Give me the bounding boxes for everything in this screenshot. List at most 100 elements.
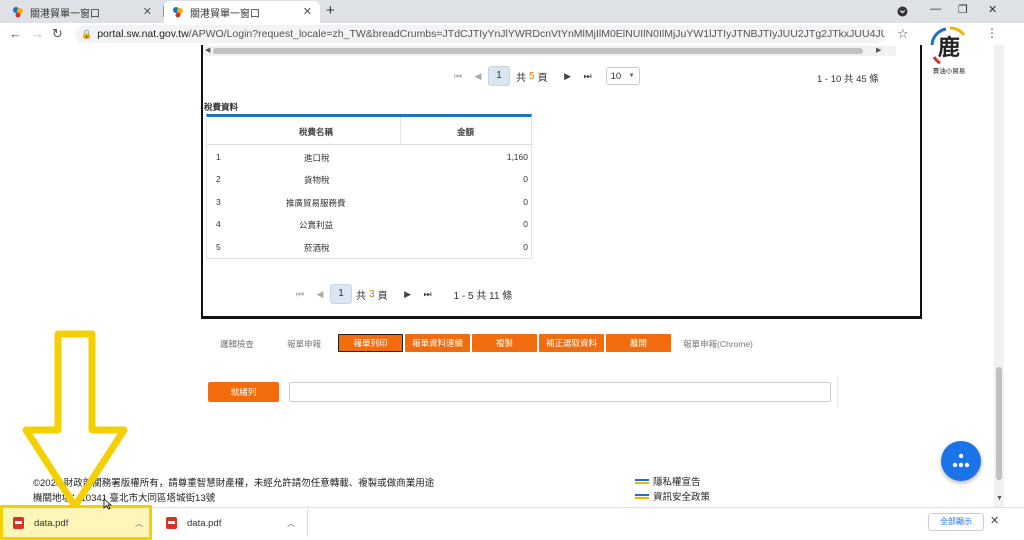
chevron-up-icon[interactable]: ︿ [135, 518, 143, 529]
fee-table: 稅費名稱 金額 1 進口稅 1,160 2 貨物稅 0 3 推廣貿易服務費 0 … [206, 114, 532, 259]
pdf-file-icon [166, 517, 177, 529]
tab-search-icon[interactable] [897, 6, 908, 17]
page-vertical-scrollbar[interactable]: ▼ [994, 45, 1004, 507]
download-item[interactable]: data.pdf ︿ [166, 507, 306, 539]
scroll-thumb[interactable] [213, 48, 863, 54]
pager-of: 共 [356, 290, 366, 302]
reload-icon[interactable]: ↻ [52, 26, 63, 42]
next-page-icon[interactable]: ▶ [558, 71, 578, 82]
page-size-select[interactable]: 10 ▼ [605, 67, 640, 85]
restore-icon[interactable]: ❐ [958, 3, 968, 16]
fee-amount: 0 [523, 219, 528, 229]
fee-amount: 1,160 [506, 152, 528, 162]
fee-amount: 0 [523, 242, 528, 252]
prev-page-icon[interactable]: ◀ [310, 289, 330, 300]
last-page-icon[interactable]: ⏭ [418, 289, 438, 300]
leave-button[interactable]: 離開 [606, 334, 671, 352]
column-header[interactable]: 稅費名稱 [299, 126, 333, 138]
scroll-thumb[interactable] [996, 367, 1002, 480]
security-link-label: 資訊安全政策 [653, 492, 711, 503]
current-page-input[interactable]: 1 [488, 66, 510, 86]
logic-check-link[interactable]: 邏輯檢查 [220, 338, 254, 350]
next-page-icon[interactable]: ▶ [398, 289, 418, 300]
tab-title: 關港貿單一窗口 [190, 8, 260, 20]
minimize-icon[interactable]: — [930, 3, 941, 15]
show-all-button[interactable]: 全部顯示 [928, 513, 984, 531]
fee-name: 進口稅 [304, 153, 330, 163]
table-row[interactable]: 1 進口稅 1,160 [207, 147, 531, 169]
table-row[interactable]: 5 菸酒稅 0 [207, 237, 531, 259]
menu-icon[interactable]: ⋮ [986, 26, 998, 40]
site-favicon-icon [13, 7, 23, 18]
scroll-right-icon[interactable]: ▶ [876, 46, 881, 54]
pager-unit: 頁 [377, 290, 388, 302]
floating-menu-button[interactable] [941, 441, 981, 481]
channel-logo: 鹿 賣油小貿易 [930, 26, 966, 75]
print-button[interactable]: 報單列印 [338, 334, 403, 352]
shelf-divider [307, 509, 308, 537]
table-row[interactable]: 2 貨物稅 0 [207, 169, 531, 191]
row-number: 1 [216, 152, 221, 162]
ready-button[interactable]: 就緒列 [208, 382, 279, 402]
download-filename: data.pdf [34, 517, 69, 529]
security-policy-link[interactable]: 資訊安全政策 [635, 489, 710, 503]
lock-icon: 🔒 [81, 28, 93, 39]
new-tab-icon[interactable]: + [326, 2, 335, 19]
page-size-value: 10 [610, 70, 622, 82]
print-continuous-button[interactable]: 報單資料連續 [405, 334, 470, 352]
scroll-left-icon[interactable]: ◀ [205, 46, 210, 54]
chevron-up-icon[interactable]: ︿ [287, 518, 295, 529]
fee-name: 菸酒稅 [304, 243, 330, 253]
declare-chrome-link[interactable]: 報單申報(Chrome) [683, 338, 753, 350]
row-number: 4 [216, 219, 221, 229]
scroll-corner [887, 46, 896, 56]
logo-caption: 賣油小貿易 [933, 66, 966, 75]
privacy-link[interactable]: 隱私權宣告 [635, 474, 701, 488]
last-page-icon[interactable]: ⏭ [578, 71, 598, 82]
first-page-icon[interactable]: ⏮ [448, 71, 468, 82]
pager-unit: 頁 [537, 72, 548, 84]
fee-amount: 0 [523, 174, 528, 184]
site-favicon-icon [173, 7, 183, 18]
download-item[interactable]: data.pdf ︿ [13, 507, 148, 539]
first-page-icon[interactable]: ⏮ [290, 289, 310, 300]
download-filename: data.pdf [187, 517, 222, 529]
download-shelf [0, 507, 1024, 540]
row-number: 2 [216, 174, 221, 184]
table-row[interactable]: 3 推廣貿易服務費 0 [207, 192, 531, 214]
pager-of: 共 [516, 72, 526, 84]
close-shelf-icon[interactable]: ✕ [990, 514, 999, 527]
main-pager-summary: 1 - 10 共 45 條 [817, 74, 879, 85]
url-input[interactable]: 🔒 portal.sw.nat.gov.tw /APWO/Login?reque… [75, 25, 885, 43]
fee-amount: 0 [523, 197, 528, 207]
browser-tab[interactable]: 關港貿單一窗口 ✕ [4, 1, 160, 23]
table-row[interactable]: 4 公賣利益 0 [207, 214, 531, 236]
pager-total: 3 [369, 288, 375, 300]
link-marker-icon [635, 493, 649, 499]
close-tab-icon[interactable]: ✕ [143, 5, 152, 18]
fee-name: 公賣利益 [299, 220, 334, 230]
prev-page-icon[interactable]: ◀ [468, 71, 488, 82]
divider [837, 378, 838, 406]
privacy-link-label: 隱私權宣告 [653, 477, 701, 488]
forward-icon[interactable]: → [31, 26, 44, 41]
dots-menu-icon [952, 453, 970, 468]
current-page-input[interactable]: 1 [330, 284, 352, 304]
copy-button[interactable]: 複製 [472, 334, 537, 352]
close-tab-icon[interactable]: ✕ [303, 5, 312, 18]
url-path: /APWO/Login?request_locale=zh_TW&breadCr… [188, 28, 885, 40]
browser-tab-active[interactable]: 關港貿單一窗口 ✕ [164, 1, 320, 23]
star-icon[interactable]: ☆ [897, 26, 909, 42]
close-window-icon[interactable]: ✕ [988, 3, 997, 16]
declare-link[interactable]: 報單申報 [287, 338, 321, 350]
horizontal-scrollbar[interactable]: ◀ ▶ [203, 46, 886, 56]
correct-selection-button[interactable]: 補正選取資料 [539, 334, 604, 352]
back-icon[interactable]: ← [9, 26, 22, 41]
pdf-file-icon [13, 517, 24, 529]
scroll-down-icon[interactable]: ▼ [996, 495, 1003, 502]
pager-total: 5 [529, 70, 535, 82]
annotation-down-arrow-icon [22, 330, 128, 510]
column-header[interactable]: 金額 [457, 126, 474, 138]
main-pager: ⏮ ◀ 1 共 5 頁 ▶ ⏭ 10 ▼ [448, 66, 640, 86]
ready-input[interactable] [289, 382, 831, 402]
